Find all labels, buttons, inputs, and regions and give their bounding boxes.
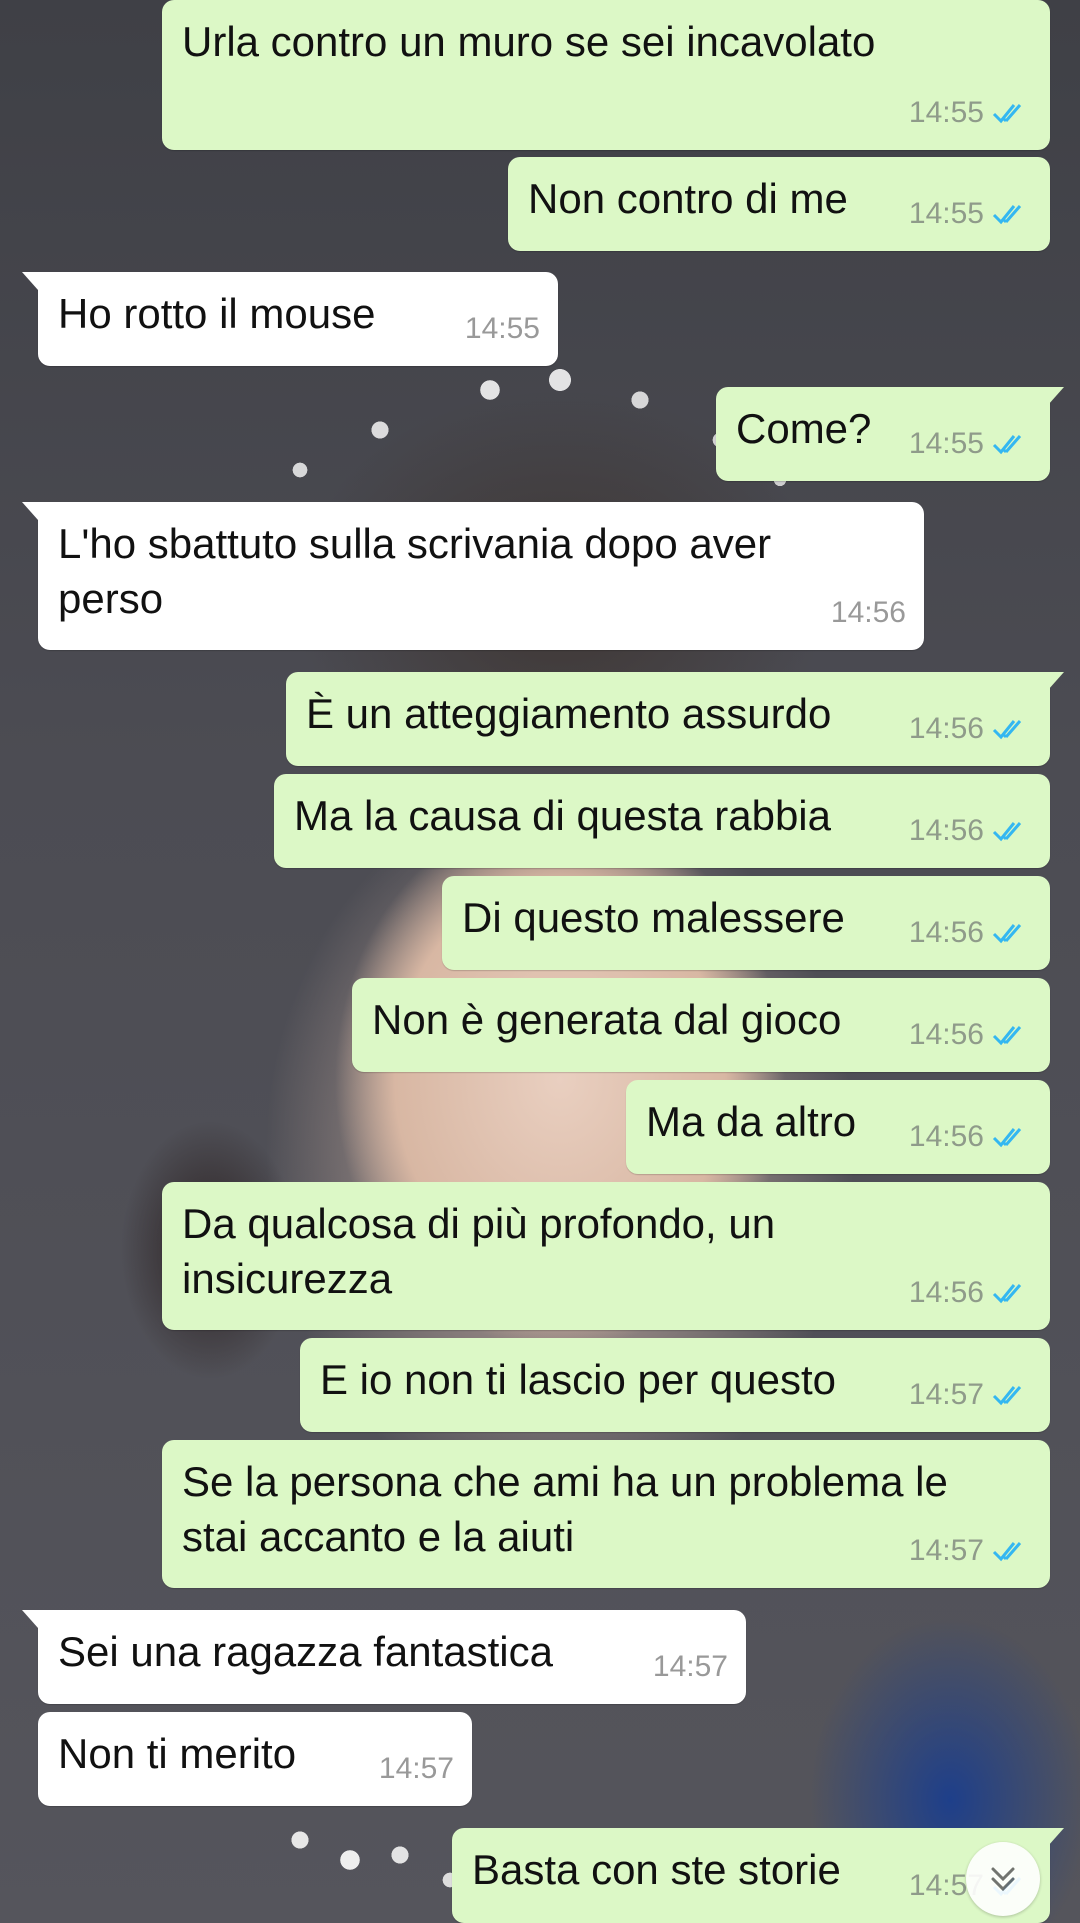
outgoing-message[interactable]: Non contro di me 14:55: [508, 157, 1050, 251]
double-check-read-icon: [992, 923, 1022, 943]
outgoing-message[interactable]: Come? 14:55: [716, 387, 1064, 481]
outgoing-message[interactable]: Basta con ste storie 14:57: [452, 1828, 1064, 1923]
message-meta: 14:57: [909, 1367, 1032, 1422]
scroll-to-bottom-button[interactable]: [966, 1842, 1040, 1916]
double-check-read-icon: [992, 1283, 1022, 1303]
message-meta: 14:55: [909, 186, 1032, 241]
message-meta: 14:57: [379, 1741, 454, 1796]
double-check-read-icon: [992, 103, 1022, 123]
double-chevron-down-icon: [991, 1867, 1015, 1892]
double-check-read-icon: [992, 821, 1022, 841]
message-time: 14:56: [908, 814, 984, 847]
message-meta: 14:55: [465, 301, 540, 356]
outgoing-message[interactable]: E io non ti lascio per questo 14:57: [300, 1338, 1050, 1432]
outgoing-message[interactable]: Da qualcosa di più profondo, un insicure…: [162, 1182, 1050, 1330]
message-time: 14:57: [652, 1650, 728, 1683]
message-text: L'ho sbattuto sulla scrivania dopo aver …: [58, 520, 772, 622]
message-time: 14:56: [908, 916, 984, 949]
message-meta: 14:56: [909, 1007, 1032, 1062]
double-check-read-icon: [992, 719, 1022, 739]
message-text: Sei una ragazza fantastica: [58, 1628, 553, 1675]
outgoing-message[interactable]: Ma da altro 14:56: [626, 1080, 1050, 1174]
message-meta: 14:56: [909, 905, 1032, 960]
double-check-read-icon: [992, 434, 1022, 454]
message-text: Da qualcosa di più profondo, un insicure…: [182, 1200, 776, 1302]
message-meta: 14:57: [653, 1639, 728, 1694]
incoming-message[interactable]: Non ti merito 14:57: [38, 1712, 472, 1806]
message-meta: 14:55: [909, 416, 1032, 471]
double-check-read-icon: [992, 1127, 1022, 1147]
message-time: 14:57: [908, 1534, 984, 1567]
message-time: 14:55: [908, 197, 984, 230]
message-meta: 14:56: [909, 1265, 1032, 1320]
message-meta: 14:56: [831, 585, 906, 640]
message-meta: 14:56: [909, 701, 1032, 756]
message-time: 14:56: [830, 596, 906, 629]
message-meta: 14:55: [909, 85, 1032, 140]
outgoing-message[interactable]: Di questo malessere 14:56: [442, 876, 1050, 970]
message-text: Se la persona che ami ha un problema le …: [182, 1458, 948, 1560]
message-meta: 14:56: [909, 1109, 1032, 1164]
message-time: 14:56: [908, 1120, 984, 1153]
double-check-read-icon: [992, 1385, 1022, 1405]
message-time: 14:55: [908, 427, 984, 460]
message-meta: 14:57: [909, 1523, 1032, 1578]
message-time: 14:55: [908, 96, 984, 129]
message-text: Urla contro un muro se sei incavolato: [182, 18, 876, 65]
message-time: 14:55: [464, 312, 540, 345]
outgoing-message[interactable]: Ma la causa di questa rabbia 14:56: [274, 774, 1050, 868]
outgoing-message[interactable]: Non è generata dal gioco 14:56: [352, 978, 1050, 1072]
incoming-message[interactable]: L'ho sbattuto sulla scrivania dopo aver …: [22, 502, 924, 650]
message-time: 14:56: [908, 1018, 984, 1051]
double-check-read-icon: [992, 204, 1022, 224]
double-check-read-icon: [992, 1025, 1022, 1045]
message-time: 14:57: [378, 1752, 454, 1785]
incoming-message[interactable]: Sei una ragazza fantastica 14:57: [22, 1610, 746, 1704]
message-time: 14:56: [908, 712, 984, 745]
outgoing-message[interactable]: Urla contro un muro se sei incavolato 14…: [162, 0, 1050, 150]
message-time: 14:57: [908, 1378, 984, 1411]
message-meta: 14:56: [909, 803, 1032, 858]
message-time: 14:56: [908, 1276, 984, 1309]
outgoing-message[interactable]: Se la persona che ami ha un problema le …: [162, 1440, 1050, 1588]
incoming-message[interactable]: Ho rotto il mouse 14:55: [22, 272, 558, 366]
double-check-read-icon: [992, 1541, 1022, 1561]
outgoing-message[interactable]: È un atteggiamento assurdo 14:56: [286, 672, 1064, 766]
